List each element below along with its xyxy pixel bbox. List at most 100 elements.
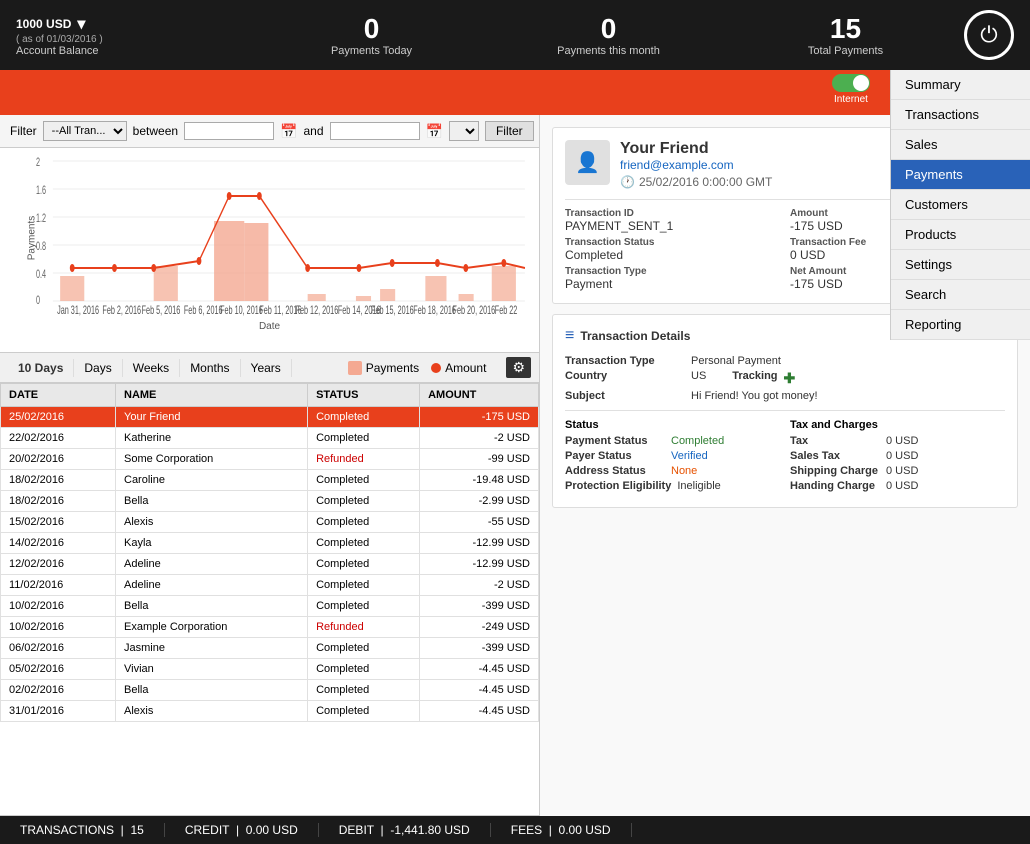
svg-text:0.4: 0.4 xyxy=(36,268,46,281)
cell-status: Completed xyxy=(308,428,420,449)
fees-value: 0.00 USD xyxy=(559,823,611,837)
cell-status: Completed xyxy=(308,470,420,491)
address-status-label: Address Status xyxy=(565,465,665,477)
col-header-status: STATUS xyxy=(308,384,420,407)
sidebar-item-reporting[interactable]: Reporting xyxy=(891,310,1030,340)
sidebar-item-customers[interactable]: Customers xyxy=(891,190,1030,220)
table-row[interactable]: 14/02/2016KaylaCompleted-12.99 USD xyxy=(1,533,539,554)
cell-date: 10/02/2016 xyxy=(1,617,116,638)
detail-type-label: Transaction Type xyxy=(565,355,685,367)
calendar-from-button[interactable]: 📅 xyxy=(280,123,297,140)
balance-dropdown-icon[interactable]: ▾ xyxy=(77,14,85,34)
table-row[interactable]: 11/02/2016AdelineCompleted-2 USD xyxy=(1,575,539,596)
cell-name: Caroline xyxy=(116,470,308,491)
debit-label: DEBIT xyxy=(339,823,374,837)
main-content: Filter --All Tran... between 📅 and 📅 Fil… xyxy=(0,115,1030,844)
type-value: Payment xyxy=(565,277,780,291)
cell-name: Bella xyxy=(116,596,308,617)
cell-name: Vivian xyxy=(116,659,308,680)
table-row[interactable]: 18/02/2016BellaCompleted-2.99 USD xyxy=(1,491,539,512)
handling-value: 0 USD xyxy=(886,480,918,492)
type-row: Transaction Type Payment xyxy=(565,266,780,291)
time-tab-10-days[interactable]: 10 Days xyxy=(8,359,74,377)
cell-status: Completed xyxy=(308,680,420,701)
filter-status-select[interactable] xyxy=(449,121,479,141)
payment-status-value: Completed xyxy=(671,435,724,447)
chart-legend: Payments Amount ⚙ xyxy=(348,357,531,378)
internet-switch[interactable] xyxy=(832,74,870,92)
cell-date: 11/02/2016 xyxy=(1,575,116,596)
svg-text:Feb 2, 2016: Feb 2, 2016 xyxy=(102,304,141,316)
table-row[interactable]: 20/02/2016Some CorporationRefunded-99 US… xyxy=(1,449,539,470)
power-button[interactable]: ⏻ xyxy=(964,10,1014,60)
payments-month-label: Payments this month xyxy=(490,45,727,57)
status-value: Completed xyxy=(565,248,780,262)
sidebar-item-settings[interactable]: Settings xyxy=(891,250,1030,280)
internet-label: Internet xyxy=(834,94,868,105)
table-row[interactable]: 12/02/2016AdelineCompleted-12.99 USD xyxy=(1,554,539,575)
time-tab-weeks[interactable]: Weeks xyxy=(123,359,180,377)
filter-bar: Filter --All Tran... between 📅 and 📅 Fil… xyxy=(0,115,539,148)
chart-y-label: Payments xyxy=(27,215,38,259)
cell-date: 18/02/2016 xyxy=(1,470,116,491)
transactions-label: TRANSACTIONS xyxy=(20,823,114,837)
cell-name: Alexis xyxy=(116,701,308,722)
filter-date-to[interactable] xyxy=(330,122,420,140)
filter-label: Filter xyxy=(10,124,37,138)
cell-date: 12/02/2016 xyxy=(1,554,116,575)
cell-status: Completed xyxy=(308,638,420,659)
table-row[interactable]: 25/02/2016Your FriendCompleted-175 USD xyxy=(1,407,539,428)
transaction-id-label: Transaction ID xyxy=(565,208,780,219)
table-row[interactable]: 15/02/2016AlexisCompleted-55 USD xyxy=(1,512,539,533)
cell-date: 10/02/2016 xyxy=(1,596,116,617)
sidebar-item-search[interactable]: Search xyxy=(891,280,1030,310)
filter-button[interactable]: Filter xyxy=(485,121,534,141)
table-row[interactable]: 05/02/2016VivianCompleted-4.45 USD xyxy=(1,659,539,680)
cell-date: 15/02/2016 xyxy=(1,512,116,533)
cell-name: Bella xyxy=(116,491,308,512)
sidebar-item-products[interactable]: Products xyxy=(891,220,1030,250)
internet-toggle[interactable]: Internet xyxy=(832,74,870,105)
cell-amount: -2.99 USD xyxy=(420,491,539,512)
cell-name: Jasmine xyxy=(116,638,308,659)
cell-date: 18/02/2016 xyxy=(1,491,116,512)
debit-value: -1,441.80 USD xyxy=(390,823,469,837)
address-status-value: None xyxy=(671,465,697,477)
filter-date-from[interactable] xyxy=(184,122,274,140)
table-row[interactable]: 06/02/2016JasmineCompleted-399 USD xyxy=(1,638,539,659)
time-tab-months[interactable]: Months xyxy=(180,359,240,377)
sidebar-item-sales[interactable]: Sales xyxy=(891,130,1030,160)
sidebar-item-summary[interactable]: Summary xyxy=(891,70,1030,100)
tracking-add-button[interactable]: ✚ xyxy=(784,370,796,387)
table-row[interactable]: 18/02/2016CarolineCompleted-19.48 USD xyxy=(1,470,539,491)
table-row[interactable]: 22/02/2016KatherineCompleted-2 USD xyxy=(1,428,539,449)
contact-email[interactable]: friend@example.com xyxy=(620,158,772,172)
cell-status: Completed xyxy=(308,575,420,596)
chart-settings-button[interactable]: ⚙ xyxy=(506,357,531,378)
table-row[interactable]: 10/02/2016BellaCompleted-399 USD xyxy=(1,596,539,617)
svg-text:Feb 22: Feb 22 xyxy=(495,304,518,316)
legend-payments-label: Payments xyxy=(366,361,419,375)
tracking-label: Tracking xyxy=(732,370,777,387)
calendar-to-button[interactable]: 📅 xyxy=(426,123,443,140)
subject-row-detail: Subject Hi Friend! You got money! xyxy=(565,390,1005,402)
legend-amount-label: Amount xyxy=(445,361,486,375)
cell-name: Kayla xyxy=(116,533,308,554)
cell-status: Completed xyxy=(308,701,420,722)
table-row[interactable]: 02/02/2016BellaCompleted-4.45 USD xyxy=(1,680,539,701)
time-tab-days[interactable]: Days xyxy=(74,359,122,377)
filter-type-select[interactable]: --All Tran... xyxy=(43,121,127,141)
table-row[interactable]: 31/01/2016AlexisCompleted-4.45 USD xyxy=(1,701,539,722)
cell-status: Refunded xyxy=(308,617,420,638)
detail-subject-label: Subject xyxy=(565,390,685,402)
sidebar-item-payments[interactable]: Payments xyxy=(891,160,1030,190)
cell-amount: -2 USD xyxy=(420,575,539,596)
time-tab-years[interactable]: Years xyxy=(241,359,292,377)
table-row[interactable]: 10/02/2016Example CorporationRefunded-24… xyxy=(1,617,539,638)
svg-text:Feb 12, 2016: Feb 12, 2016 xyxy=(296,304,339,316)
sidebar-item-transactions[interactable]: Transactions xyxy=(891,100,1030,130)
status-bar: TRANSACTIONS | 15 CREDIT | 0.00 USD DEBI… xyxy=(0,816,1030,844)
cell-date: 05/02/2016 xyxy=(1,659,116,680)
cell-date: 22/02/2016 xyxy=(1,428,116,449)
protection-value: Ineligible xyxy=(677,480,720,492)
